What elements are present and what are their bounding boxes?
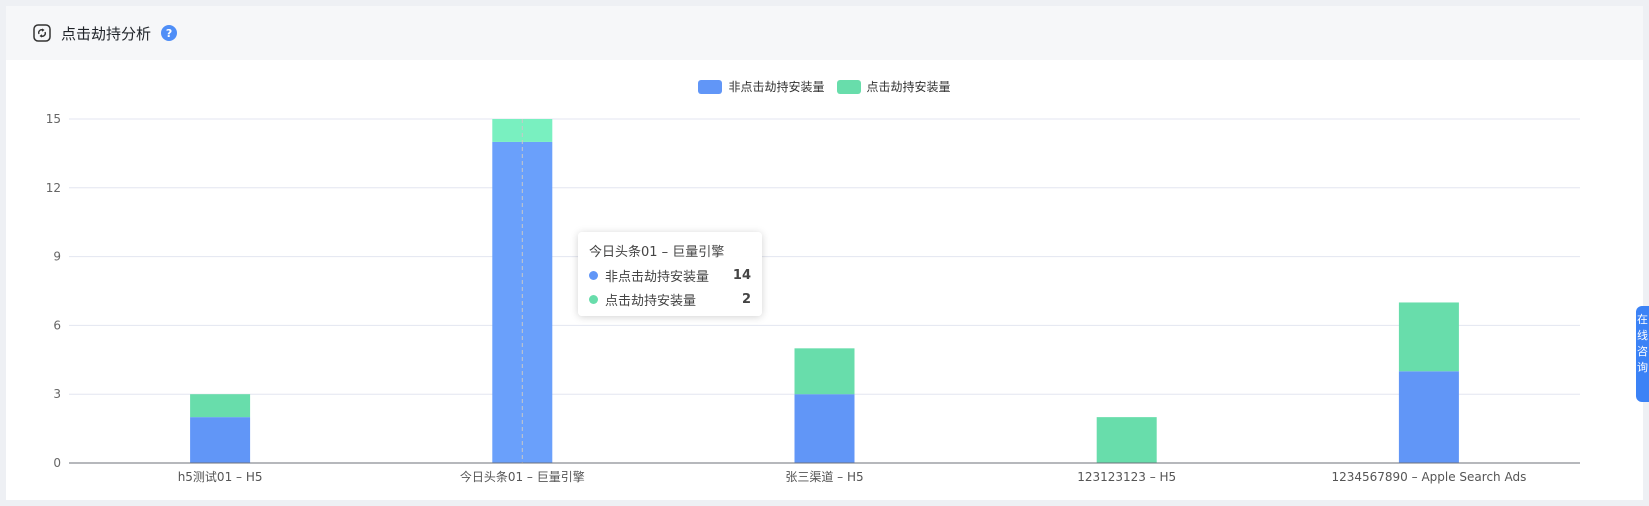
bar-hijack (794, 348, 855, 395)
bar-hijack (1398, 302, 1459, 372)
tooltip-row-name: 点击劫持安装量 (605, 294, 697, 309)
tooltip-dot-hijack (589, 295, 598, 304)
y-tick-label: 6 (53, 318, 61, 332)
tooltip-dot-non-hijack (589, 271, 598, 280)
x-tick-label: 张三渠道 – H5 (785, 470, 863, 484)
bar-non-hijack (190, 417, 251, 463)
tooltip-row-value: 14 (732, 268, 751, 283)
side-tab-char: 在 (1637, 313, 1648, 326)
chart-legend: 非点击劫持安装量 点击劫持安装量 (0, 78, 1649, 95)
tooltip-row-non-hijack: 非点击劫持安装量 14 (589, 266, 751, 285)
legend-item-non-hijack[interactable]: 非点击劫持安装量 (698, 78, 825, 95)
legend-swatch-hijack (836, 79, 861, 94)
side-tab-char: 咨 (1637, 345, 1648, 358)
y-tick-label: 9 (53, 250, 61, 264)
side-tab-char: 询 (1637, 361, 1648, 374)
legend-label-non-hijack: 非点击劫持安装量 (728, 80, 825, 94)
chart-tooltip: 今日头条01 – 巨量引擎 非点击劫持安装量 14 点击劫持安装量 2 (578, 232, 762, 316)
y-tick-label: 12 (46, 181, 61, 195)
x-tick-label: 1234567890 – Apple Search Ads (1331, 470, 1526, 484)
tooltip-row-hijack: 点击劫持安装量 2 (589, 290, 751, 309)
tooltip-row-value: 2 (741, 292, 751, 307)
legend-swatch-non-hijack (698, 79, 723, 94)
tooltip-row-name: 非点击劫持安装量 (605, 270, 710, 285)
online-consult-tab[interactable]: 在 线 咨 询 (1636, 306, 1649, 402)
x-tick-label: 123123123 – H5 (1077, 470, 1176, 484)
legend-label-hijack: 点击劫持安装量 (866, 80, 951, 94)
stacked-bar-chart: 03691215h5测试01 – H5 今日头条01 – 巨量引擎 张三渠道 – H… (46, 112, 1580, 484)
bar-hijack (190, 394, 251, 418)
bar-hijack (1096, 417, 1157, 463)
y-tick-label: 3 (53, 387, 61, 401)
bar-non-hijack (1398, 371, 1459, 463)
x-tick-label: 今日头条01 – 巨量引擎 (460, 469, 585, 484)
y-tick-label: 0 (53, 456, 61, 470)
bar-non-hijack (794, 394, 855, 463)
side-tab-char: 线 (1637, 329, 1648, 342)
tooltip-title: 今日头条01 – 巨量引擎 (589, 245, 725, 260)
legend-item-hijack[interactable]: 点击劫持安装量 (836, 78, 951, 95)
x-tick-label: h5测试01 – H5 (178, 469, 263, 484)
y-tick-label: 15 (46, 112, 61, 126)
